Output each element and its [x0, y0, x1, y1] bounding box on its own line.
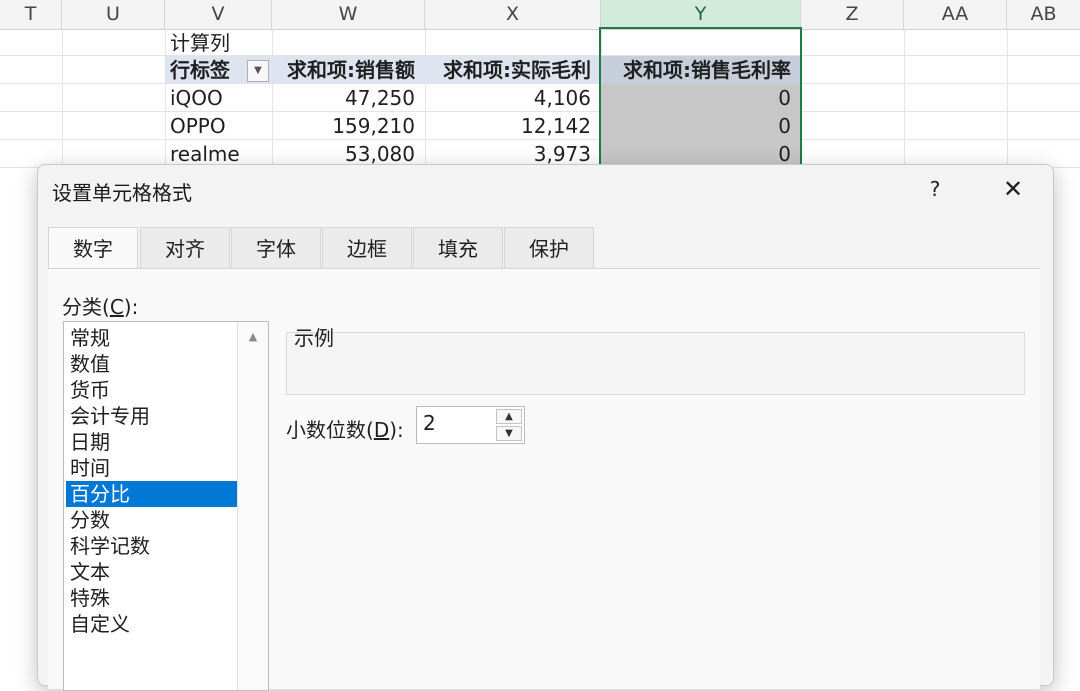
- list-item[interactable]: 时间: [66, 455, 238, 481]
- column-selection-outline: [599, 27, 802, 169]
- tab-border[interactable]: 边框: [322, 227, 412, 269]
- category-scrollbar[interactable]: ▲: [237, 322, 268, 690]
- column-header-z[interactable]: Z: [801, 0, 904, 29]
- sample-label: 示例: [294, 326, 334, 350]
- list-item[interactable]: 文本: [66, 559, 238, 585]
- list-item[interactable]: 数值: [66, 351, 238, 377]
- dialog-title: 设置单元格格式: [52, 181, 192, 205]
- column-header-y[interactable]: Y: [601, 0, 801, 29]
- list-item[interactable]: 常规: [66, 325, 238, 351]
- column-header-aa[interactable]: AA: [904, 0, 1007, 29]
- list-item-selected[interactable]: 百分比: [66, 481, 238, 507]
- number-tab-panel: 分类(C): 常规 数值 货币 会计专用 日期 时间 百分比 分数 科学记数 文…: [48, 268, 1040, 691]
- category-list[interactable]: 常规 数值 货币 会计专用 日期 时间 百分比 分数 科学记数 文本 特殊 自定…: [63, 321, 269, 691]
- table-row-label[interactable]: iQOO: [165, 84, 272, 112]
- column-header-t[interactable]: T: [0, 0, 62, 29]
- table-cell-gross-profit[interactable]: 12,142: [425, 112, 601, 140]
- list-item[interactable]: 会计专用: [66, 403, 238, 429]
- list-item[interactable]: 货币: [66, 377, 238, 403]
- decimal-places-value[interactable]: 2: [423, 411, 436, 435]
- calc-column-label[interactable]: 计算列: [165, 29, 272, 57]
- pivot-header-gross-profit[interactable]: 求和项:实际毛利: [425, 56, 601, 84]
- tab-fill[interactable]: 填充: [413, 227, 503, 269]
- table-row-label[interactable]: OPPO: [165, 112, 272, 140]
- spreadsheet-grid[interactable]: 计算列 行标签 求和项:销售额 求和项:实际毛利 求和项:销售毛利率 iQOO …: [0, 29, 1080, 169]
- help-button[interactable]: ?: [920, 173, 950, 205]
- table-cell-sales[interactable]: 47,250: [272, 84, 425, 112]
- decimal-places-stepper[interactable]: 2 ▲ ▼: [416, 406, 525, 444]
- list-item[interactable]: 分数: [66, 507, 238, 533]
- tab-alignment[interactable]: 对齐: [140, 227, 230, 269]
- category-label: 分类(C):: [62, 295, 139, 319]
- sample-preview-box: [286, 332, 1025, 395]
- format-cells-dialog: 设置单元格格式 ? ✕ 数字 对齐 字体 边框 填充 保护 分类(C): 常规 …: [37, 164, 1054, 691]
- list-item[interactable]: 日期: [66, 429, 238, 455]
- column-header-x[interactable]: X: [425, 0, 601, 29]
- close-icon[interactable]: ✕: [996, 173, 1030, 205]
- list-item[interactable]: 特殊: [66, 585, 238, 611]
- list-item[interactable]: 科学记数: [66, 533, 238, 559]
- column-header-bar: T U V W X Y Z AA AB: [0, 0, 1080, 30]
- spin-up-icon[interactable]: ▲: [496, 409, 522, 424]
- scroll-up-icon[interactable]: ▲: [238, 330, 268, 346]
- column-header-ab[interactable]: AB: [1007, 0, 1080, 29]
- column-header-w[interactable]: W: [272, 0, 425, 29]
- table-cell-gross-profit[interactable]: 4,106: [425, 84, 601, 112]
- tab-font[interactable]: 字体: [231, 227, 321, 269]
- tab-protection[interactable]: 保护: [504, 227, 594, 269]
- column-header-v[interactable]: V: [165, 0, 272, 29]
- list-item[interactable]: 自定义: [66, 611, 238, 637]
- decimal-places-label: 小数位数(D):: [286, 418, 404, 442]
- pivot-header-sales[interactable]: 求和项:销售额: [272, 56, 425, 84]
- dropdown-arrow-icon[interactable]: ▼: [247, 60, 269, 82]
- column-header-u[interactable]: U: [62, 0, 165, 29]
- table-cell-sales[interactable]: 159,210: [272, 112, 425, 140]
- spin-down-icon[interactable]: ▼: [496, 426, 522, 441]
- tab-number[interactable]: 数字: [48, 227, 138, 270]
